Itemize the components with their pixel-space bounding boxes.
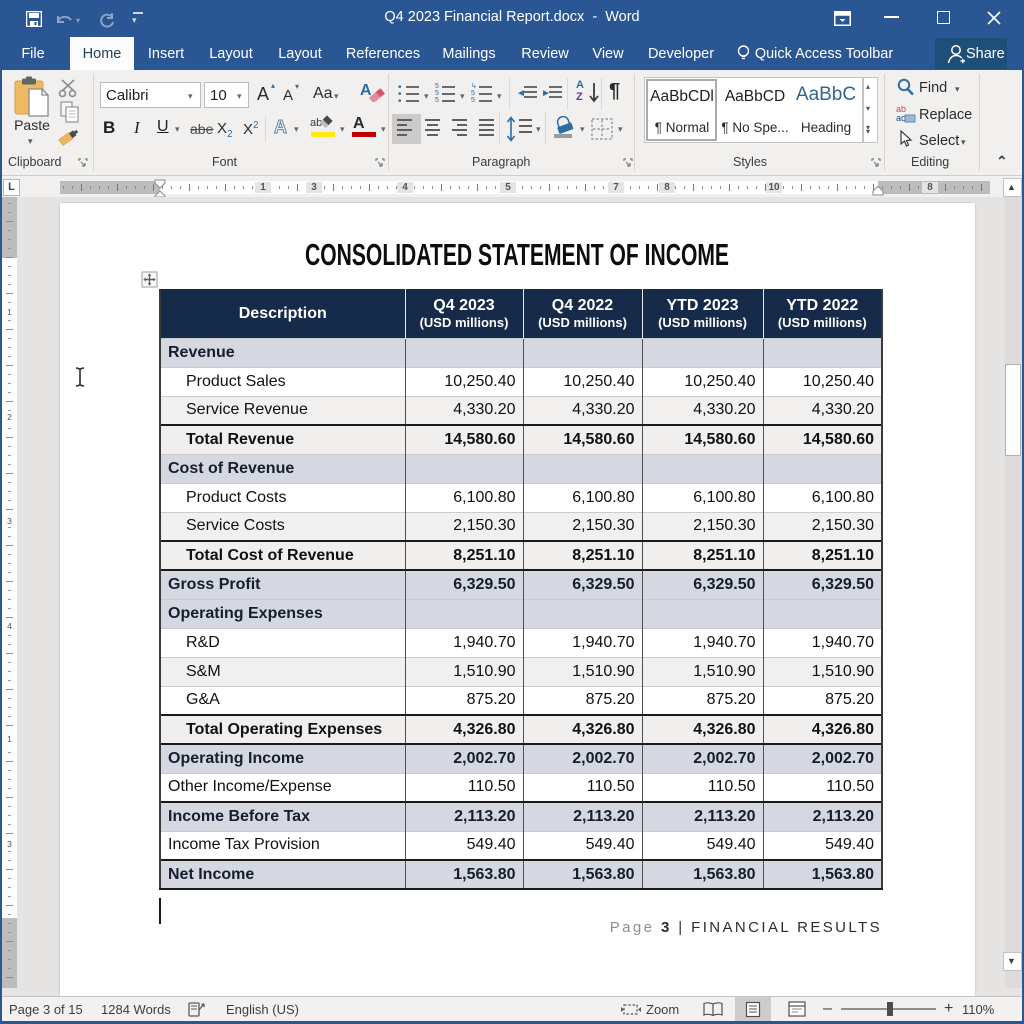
svg-text:CONSOLIDATED STATEMENT OF INCO: CONSOLIDATED STATEMENT OF INCOME	[305, 237, 729, 272]
svg-text:ab: ab	[310, 117, 322, 129]
